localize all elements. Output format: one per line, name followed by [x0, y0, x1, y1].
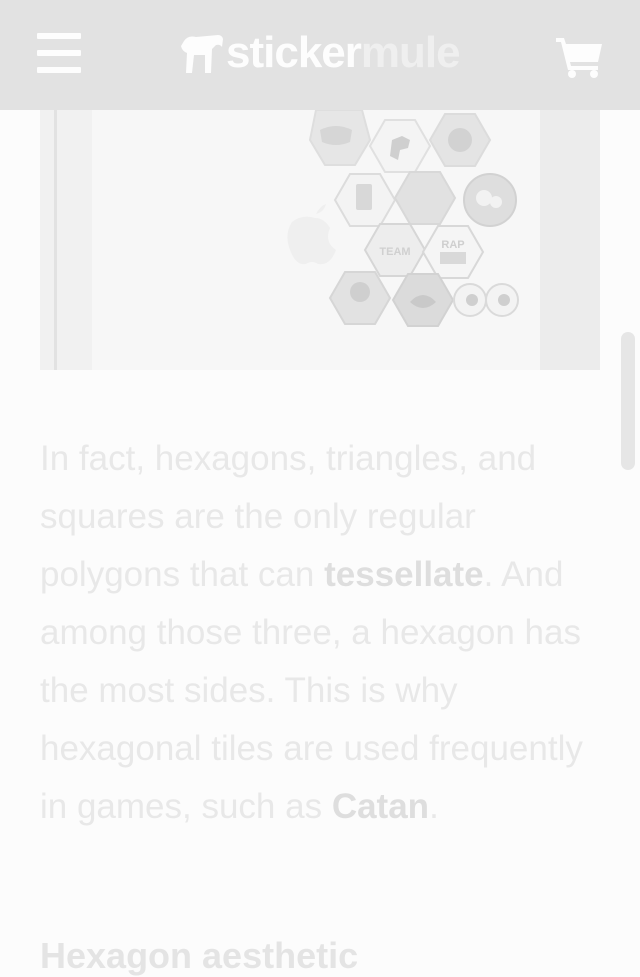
- site-header: sticker mule: [0, 0, 640, 110]
- laptop-stickers-photo: TEAM RAP: [40, 110, 600, 370]
- article-paragraph: In fact, hexagons, triangles, and square…: [40, 430, 600, 836]
- tessellate-link[interactable]: tessellate: [324, 555, 484, 594]
- laptop-photo-graphic: TEAM RAP: [40, 110, 600, 370]
- catan-link[interactable]: Catan: [332, 787, 429, 826]
- paragraph-text: . And among those three, a hexagon has t…: [40, 555, 583, 826]
- team-sticker-label: TEAM: [379, 246, 410, 258]
- paragraph-text: .: [429, 787, 439, 826]
- article-body: In fact, hexagons, triangles, and square…: [40, 430, 600, 836]
- hamburger-menu-icon[interactable]: [37, 33, 81, 73]
- rap-sticker-label: RAP: [441, 239, 464, 251]
- section-heading: Hexagon aesthetic: [40, 935, 359, 976]
- page-scrollbar[interactable]: [621, 332, 635, 470]
- logo-text-sticker: sticker: [226, 28, 362, 77]
- stickermule-logo[interactable]: sticker mule: [178, 28, 461, 78]
- logo-text-mule: mule: [360, 28, 461, 77]
- shopping-cart-icon[interactable]: [556, 34, 604, 78]
- mule-logo-icon: [181, 35, 223, 73]
